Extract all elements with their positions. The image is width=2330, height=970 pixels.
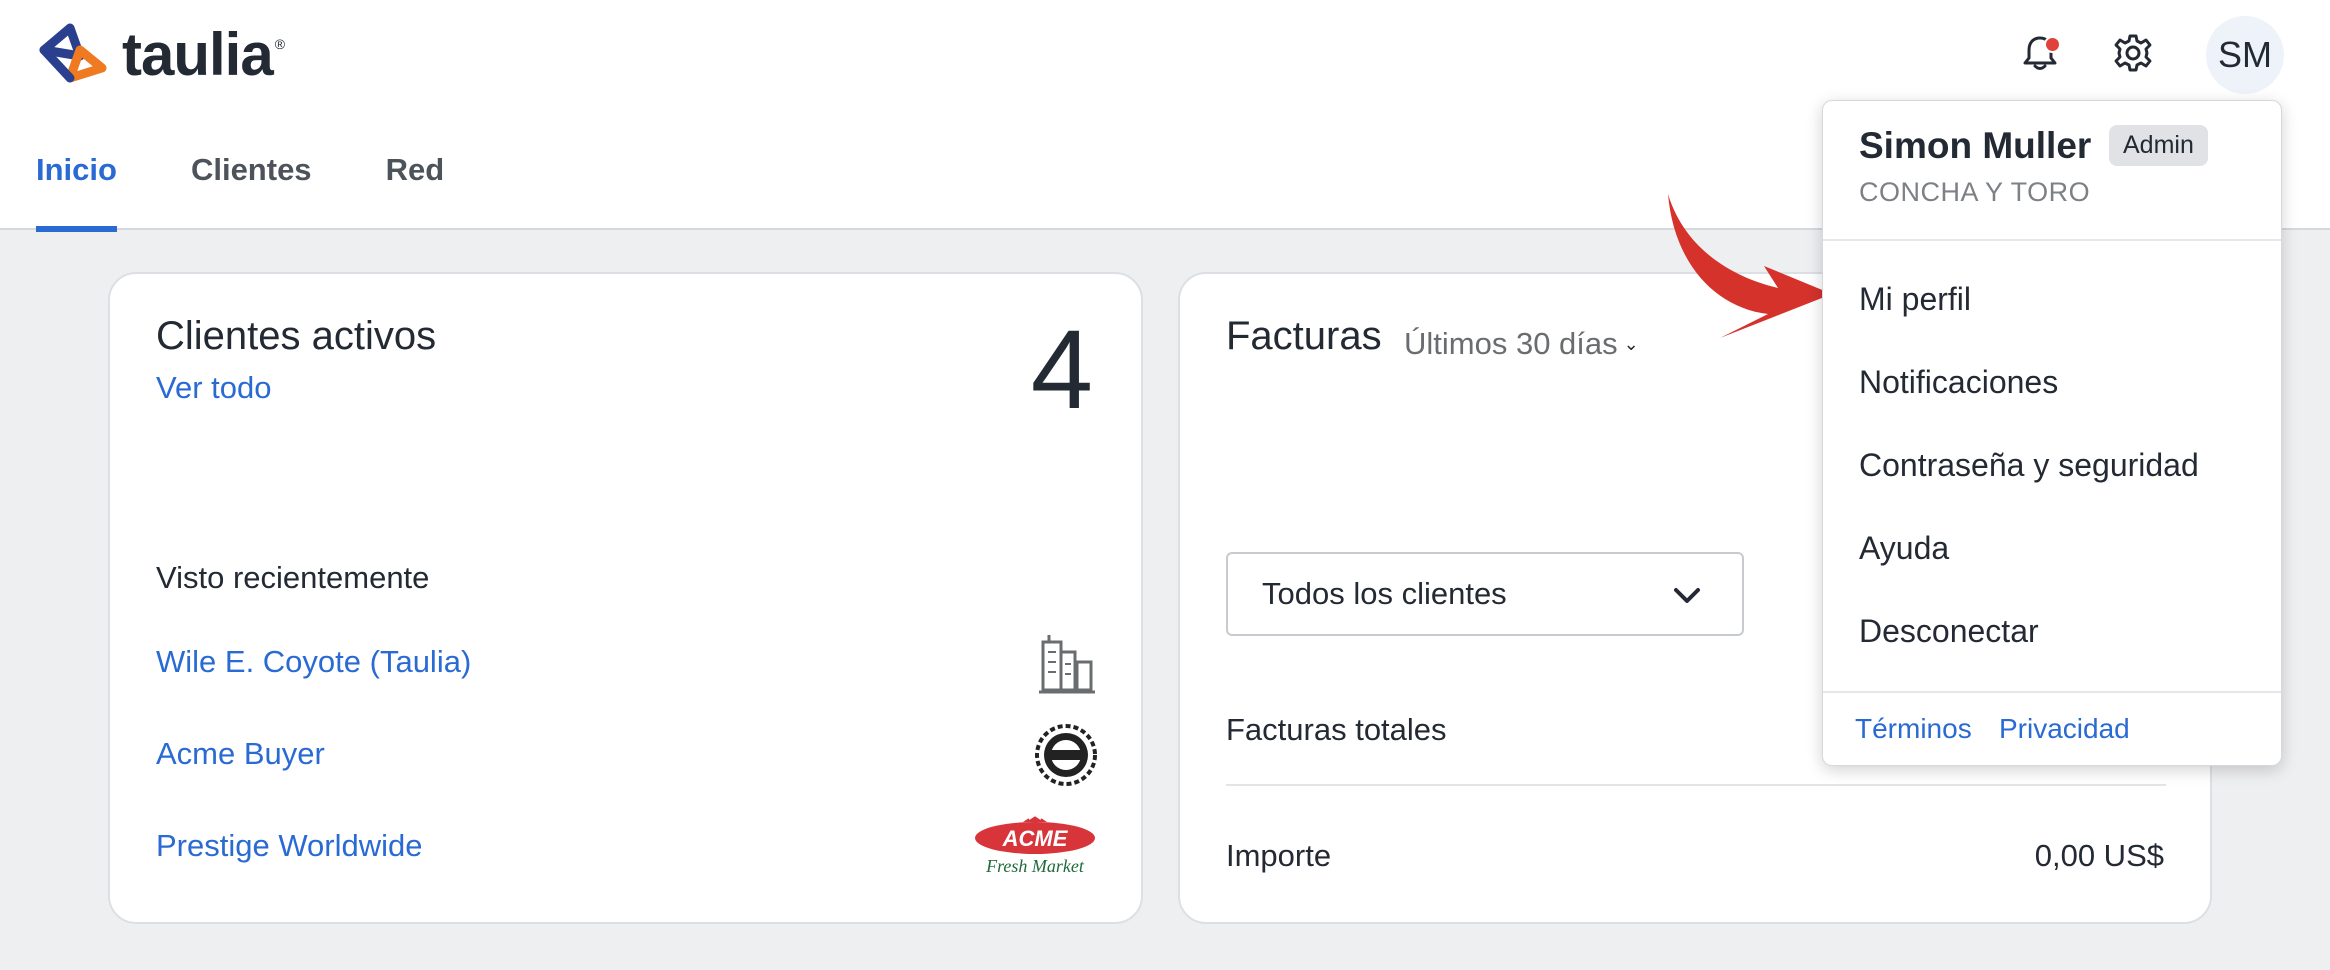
menu-item-password-security[interactable]: Contraseña y seguridad bbox=[1859, 447, 2199, 484]
client-select[interactable]: Todos los clientes bbox=[1226, 552, 1744, 636]
taulia-logo-mark-icon bbox=[39, 23, 107, 83]
tab-red[interactable]: Red bbox=[386, 140, 445, 232]
company-name: CONCHA Y TORO bbox=[1859, 177, 2091, 207]
menu-divider bbox=[1823, 239, 2281, 241]
privacy-link[interactable]: Privacidad bbox=[1999, 713, 2130, 745]
date-range-label: Últimos 30 días bbox=[1404, 326, 1618, 361]
active-clients-card: Clientes activos Ver todo 4 Visto recien… bbox=[108, 272, 1143, 924]
active-clients-count: 4 bbox=[1030, 307, 1093, 432]
recent-client-link[interactable]: Prestige Worldwide bbox=[156, 828, 422, 864]
notification-dot bbox=[2044, 36, 2061, 53]
menu-item-notifications[interactable]: Notificaciones bbox=[1859, 364, 2058, 401]
view-all-link[interactable]: Ver todo bbox=[156, 370, 271, 406]
total-invoices-label: Facturas totales bbox=[1226, 712, 1447, 747]
menu-item-profile[interactable]: Mi perfil bbox=[1859, 281, 1971, 318]
acme-seal-logo bbox=[1035, 724, 1097, 786]
terms-link[interactable]: Términos bbox=[1855, 713, 1972, 745]
amount-label: Importe bbox=[1226, 838, 1332, 873]
brand-name: taulia bbox=[122, 21, 274, 88]
user-name: Simon Muller bbox=[1859, 125, 2092, 166]
recently-viewed-label: Visto recientemente bbox=[156, 560, 430, 595]
fresh-market-logo-text: Fresh Market bbox=[985, 856, 1085, 876]
menu-item-logout[interactable]: Desconectar bbox=[1859, 613, 2039, 650]
tab-clientes[interactable]: Clientes bbox=[191, 140, 312, 232]
acme-fresh-market-logo: ACME Fresh Market bbox=[975, 814, 1095, 876]
divider bbox=[1226, 784, 2166, 786]
tab-inicio[interactable]: Inicio bbox=[36, 140, 117, 232]
main-tabs: Inicio Clientes Red bbox=[36, 140, 518, 232]
amount-value: 0,00 US$ bbox=[2034, 838, 2164, 873]
acme-logo-text: ACME bbox=[1002, 826, 1069, 851]
role-badge: Admin bbox=[2109, 125, 2208, 166]
taulia-logo[interactable]: taulia ® bbox=[36, 22, 285, 88]
menu-divider bbox=[1823, 691, 2281, 693]
chevron-down-icon: ⌄ bbox=[1623, 333, 1639, 354]
building-icon bbox=[1039, 635, 1095, 694]
menu-item-help[interactable]: Ayuda bbox=[1859, 530, 1949, 567]
gear-icon[interactable] bbox=[2112, 32, 2154, 74]
chevron-down-icon bbox=[1674, 588, 1700, 603]
active-clients-title: Clientes activos bbox=[156, 314, 437, 358]
recent-client-link[interactable]: Acme Buyer bbox=[156, 736, 325, 772]
client-select-value: Todos los clientes bbox=[1262, 576, 1507, 611]
avatar[interactable]: SM bbox=[2206, 16, 2284, 94]
annotation-arrow-icon bbox=[1668, 194, 1832, 338]
brand-registered-mark: ® bbox=[274, 36, 286, 52]
recent-client-link[interactable]: Wile E. Coyote (Taulia) bbox=[156, 644, 471, 680]
date-range-dropdown[interactable]: Últimos 30 días ⌄ bbox=[1404, 326, 1639, 362]
invoices-title: Facturas bbox=[1226, 314, 1382, 358]
user-menu: Simon Muller Admin CONCHA Y TORO Mi perf… bbox=[1822, 100, 2282, 766]
